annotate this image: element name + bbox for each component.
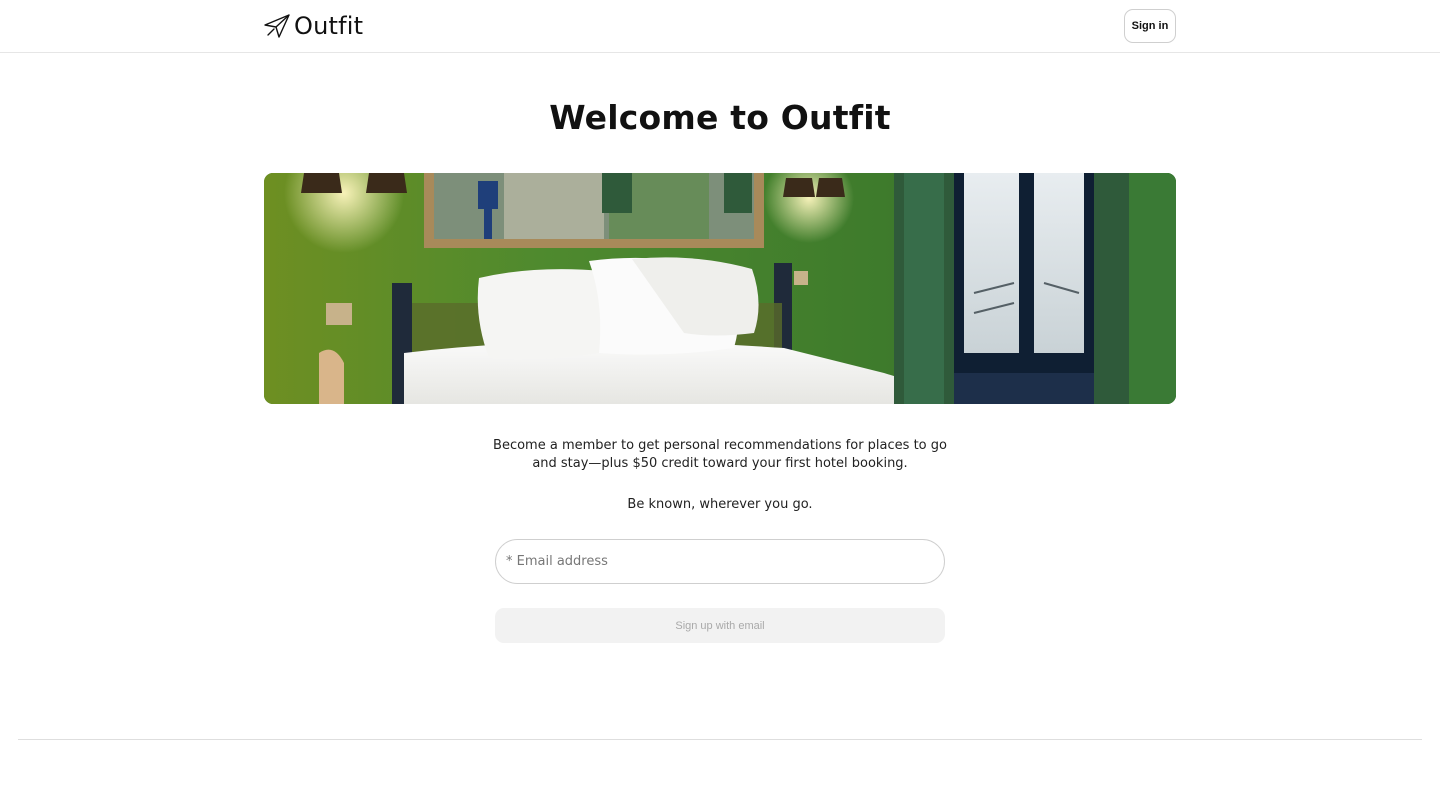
- brand-name: Outfit: [294, 12, 364, 40]
- paper-plane-bird-icon: [264, 14, 290, 38]
- brand-logo[interactable]: Outfit: [264, 11, 363, 41]
- sign-in-button[interactable]: Sign in: [1124, 9, 1176, 43]
- hero-image: [264, 173, 1176, 404]
- site-header: Outfit Sign in: [0, 0, 1440, 53]
- tagline: Be known, wherever you go.: [627, 497, 813, 512]
- sign-up-with-email-button[interactable]: Sign up with email: [495, 608, 945, 643]
- page-title: Welcome to Outfit: [549, 98, 891, 137]
- membership-description: Become a member to get personal recommen…: [493, 438, 947, 471]
- footer-divider: [18, 739, 1422, 740]
- email-field[interactable]: [495, 539, 945, 584]
